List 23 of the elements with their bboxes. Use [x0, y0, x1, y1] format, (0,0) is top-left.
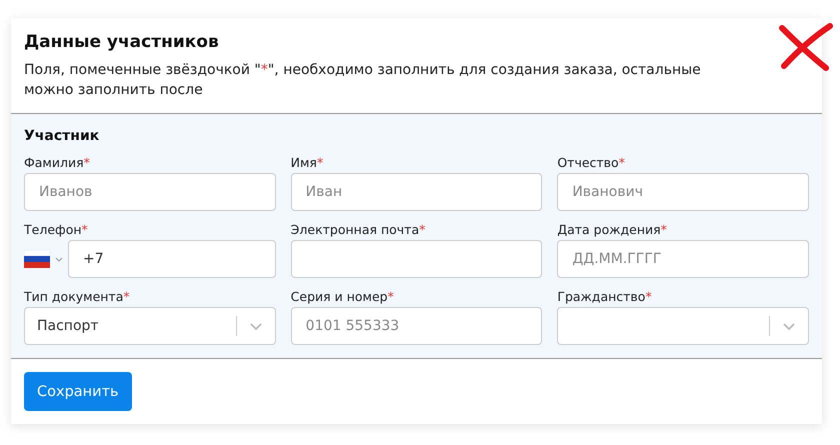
flag-icon[interactable]: [24, 250, 50, 268]
field-label: Имя*: [290, 154, 324, 171]
phone-field[interactable]: +7: [68, 240, 276, 278]
dialog-note: Поля, помеченные звёздочкой "*", необходимо заполнить для создания заказа, остальные можно заполнить после: [24, 61, 702, 100]
field-label: Серия и номер*: [290, 288, 395, 305]
field-label: Дата рождения*: [557, 221, 668, 238]
dialog-title: Данные участников: [24, 32, 220, 52]
text-field[interactable]: ДД.ММ.ГГГГ: [557, 240, 809, 278]
close-icon[interactable]: [776, 22, 836, 72]
field-label: Отчество*: [557, 154, 626, 171]
text-field[interactable]: Иван: [290, 173, 542, 211]
field-label: Фамилия*: [24, 154, 91, 171]
dropdown[interactable]: Паспорт: [24, 307, 276, 345]
field-label: Тип документа*: [24, 288, 131, 305]
text-field[interactable]: Иванович: [557, 173, 809, 211]
text-field[interactable]: [290, 240, 542, 278]
text-field[interactable]: 0101 555333: [290, 307, 542, 345]
save-button[interactable]: Сохранить: [24, 372, 132, 411]
section-title: Участник: [24, 128, 100, 144]
field-label: Телефон*: [24, 221, 89, 238]
field-label: Электронная почта*: [290, 221, 426, 238]
field-label: Гражданство*: [557, 288, 653, 305]
text-field[interactable]: Иванов: [24, 173, 276, 211]
